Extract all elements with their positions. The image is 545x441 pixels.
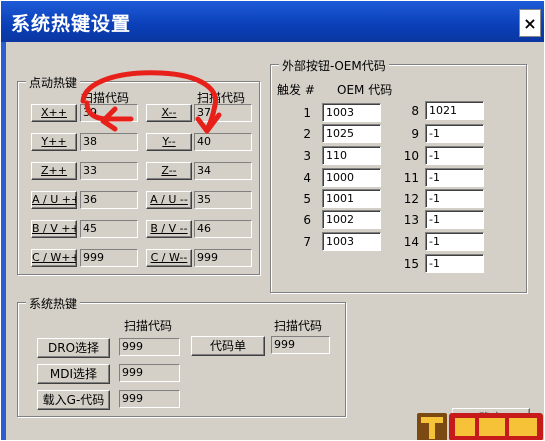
oem-trigger-number: 6 [303, 213, 311, 227]
jog-button-x-plus[interactable]: X++ [31, 104, 77, 122]
mdi-select-button[interactable]: MDI选择 [37, 364, 110, 384]
oem-code-field[interactable]: 1003 [322, 103, 381, 122]
mdi-select-code: 999 [119, 364, 180, 382]
dro-select-label: DRO选择 [47, 341, 100, 355]
oem-trigger-number: 1 [303, 106, 311, 120]
oem-buttons-legend: 外部按钮-OEM代码 [279, 57, 389, 74]
jog-code-c-minus: 999 [194, 249, 252, 267]
jog-button-b-plus[interactable]: B / V ++ [31, 220, 77, 238]
dialog-window: 系统热键设置 × 点动热键 扫描代码 扫描代码 X++ 39 X-- 37 Y+… [0, 0, 545, 441]
window-left-border [1, 42, 6, 440]
jog-code-y-plus: 38 [80, 133, 138, 151]
watermark-logo [415, 409, 544, 440]
jog-button-a-plus[interactable]: A / U ++ [31, 191, 77, 209]
code-sheet-label: 代码单 [209, 339, 246, 353]
jog-button-y-plus[interactable]: Y++ [31, 133, 77, 151]
jog-code-y-minus: 40 [194, 133, 252, 151]
load-gcode-code: 999 [119, 390, 180, 408]
oem-code-field[interactable]: 1003 [322, 232, 381, 251]
jog-button-label: X-- [161, 106, 177, 119]
load-gcode-label: 载入G-代码 [42, 393, 105, 407]
oem-trigger-number: 4 [303, 171, 311, 185]
system-scan-header-right: 扫描代码 [274, 319, 323, 333]
jog-code-b-minus: 46 [194, 220, 252, 238]
oem-code-field[interactable]: 1025 [322, 124, 381, 143]
jog-button-label: A / U ++ [32, 193, 77, 206]
oem-trigger-number: 13 [403, 213, 419, 227]
jog-button-z-minus[interactable]: Z-- [146, 162, 192, 180]
jog-button-c-minus[interactable]: C / W-- [146, 249, 192, 267]
oem-trigger-header: 触发 # [277, 83, 315, 97]
oem-code-field[interactable]: 1021 [425, 101, 484, 120]
oem-code-field[interactable]: -1 [425, 254, 484, 273]
oem-code-field[interactable]: -1 [425, 232, 484, 251]
jog-button-label: Y-- [162, 135, 176, 148]
jog-code-a-minus: 35 [194, 191, 252, 209]
oem-trigger-number: 15 [403, 257, 419, 271]
system-scan-header-left: 扫描代码 [124, 319, 173, 333]
oem-code-field[interactable]: -1 [425, 146, 484, 165]
oem-trigger-number: 2 [303, 127, 311, 141]
jog-button-b-minus[interactable]: B / V -- [146, 220, 192, 238]
mdi-select-label: MDI选择 [49, 367, 98, 381]
close-button[interactable]: × [519, 9, 541, 37]
jog-code-z-plus: 33 [80, 162, 138, 180]
jog-code-a-plus: 36 [80, 191, 138, 209]
code-sheet-code: 999 [271, 336, 330, 354]
oem-trigger-number: 12 [403, 192, 419, 206]
dro-select-button[interactable]: DRO选择 [37, 338, 110, 358]
oem-code-field[interactable]: 1002 [322, 210, 381, 229]
jog-code-c-plus: 999 [80, 249, 138, 267]
oem-code-field[interactable]: -1 [425, 168, 484, 187]
oem-trigger-number: 3 [303, 149, 311, 163]
jog-button-c-plus[interactable]: C / W++ [31, 249, 77, 267]
oem-trigger-number: 5 [303, 192, 311, 206]
jog-button-label: A / U -- [150, 193, 188, 206]
jog-button-label: Z-- [161, 164, 177, 177]
jog-button-y-minus[interactable]: Y-- [146, 133, 192, 151]
window-title: 系统热键设置 [11, 13, 132, 35]
jog-code-x-minus: 37 [194, 104, 252, 122]
dro-select-code: 999 [119, 338, 180, 356]
jog-button-label: Y++ [41, 135, 67, 148]
oem-trigger-number: 9 [411, 127, 419, 141]
code-sheet-button[interactable]: 代码单 [191, 336, 265, 356]
jog-button-x-minus[interactable]: X-- [146, 104, 192, 122]
title-bar[interactable]: 系统热键设置 × [1, 1, 544, 42]
oem-trigger-number: 11 [403, 171, 419, 185]
jog-code-x-plus: 39 [80, 104, 138, 122]
jog-code-b-plus: 45 [80, 220, 138, 238]
oem-code-field[interactable]: 1001 [322, 189, 381, 208]
jog-button-a-minus[interactable]: A / U -- [146, 191, 192, 209]
oem-code-field[interactable]: 1000 [322, 168, 381, 187]
jog-button-label: C / W++ [32, 251, 77, 264]
system-hotkeys-legend: 系统热键 [26, 295, 81, 312]
jog-button-label: X++ [41, 106, 67, 119]
oem-code-field[interactable]: -1 [425, 189, 484, 208]
jog-code-z-minus: 34 [194, 162, 252, 180]
oem-code-header: OEM 代码 [337, 83, 393, 97]
jog-hotkeys-legend: 点动热键 [26, 74, 81, 91]
oem-trigger-number: 8 [411, 104, 419, 118]
load-gcode-button[interactable]: 载入G-代码 [37, 390, 110, 410]
oem-code-field[interactable]: -1 [425, 210, 484, 229]
jog-button-z-plus[interactable]: Z++ [31, 162, 77, 180]
close-icon: × [523, 14, 537, 33]
oem-code-field[interactable]: 110 [322, 146, 381, 165]
jog-button-label: Z++ [41, 164, 67, 177]
oem-trigger-number: 14 [403, 235, 419, 249]
jog-button-label: C / W-- [150, 251, 188, 264]
jog-button-label: B / V -- [150, 222, 188, 235]
oem-trigger-number: 10 [403, 149, 419, 163]
oem-code-field[interactable]: -1 [425, 124, 484, 143]
oem-trigger-number: 7 [303, 235, 311, 249]
jog-button-label: B / V ++ [32, 222, 77, 235]
